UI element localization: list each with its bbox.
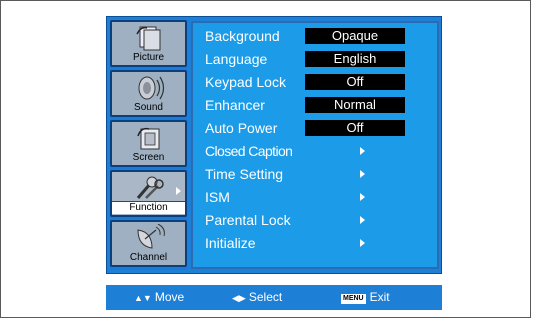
up-down-arrow-icon: ▲▼ bbox=[134, 293, 152, 303]
menu-row-label: Initialize bbox=[205, 235, 256, 251]
submenu-arrow-icon bbox=[360, 216, 365, 224]
sidebar-item-label: Picture bbox=[132, 52, 165, 63]
left-right-arrow-icon: ◀▶ bbox=[232, 293, 246, 303]
menu-key-icon: MENU bbox=[341, 294, 366, 304]
menu-row-label: Parental Lock bbox=[205, 212, 291, 228]
sidebar-item-label: Sound bbox=[134, 102, 163, 113]
move-hint-label: Move bbox=[154, 290, 185, 304]
sidebar-item-picture[interactable]: Picture bbox=[110, 20, 187, 67]
exit-hint-label: Exit bbox=[369, 290, 390, 304]
sidebar-item-label: Function bbox=[112, 201, 185, 214]
menu-row-label: Closed Caption bbox=[205, 143, 293, 159]
screen-icon bbox=[130, 124, 168, 152]
exit-hint: MENU Exit bbox=[341, 285, 390, 310]
submenu-arrow-icon bbox=[360, 170, 365, 178]
menu-row-label: Language bbox=[205, 51, 268, 67]
select-hint-label: Select bbox=[248, 290, 283, 304]
sound-icon bbox=[130, 74, 168, 102]
submenu-arrow-icon bbox=[360, 239, 365, 247]
menu-row-value: Normal bbox=[305, 97, 405, 113]
submenu-arrow-icon bbox=[360, 147, 365, 155]
sidebar-item-screen[interactable]: Screen bbox=[110, 120, 187, 167]
menu-row-value: English bbox=[305, 51, 405, 67]
submenu-arrow-icon bbox=[360, 193, 365, 201]
selected-arrow-icon bbox=[176, 187, 181, 195]
menu-row-label: Enhancer bbox=[205, 97, 265, 113]
menu-row-label: Auto Power bbox=[205, 120, 278, 136]
channel-icon bbox=[130, 224, 168, 252]
menu-row-label: Keypad Lock bbox=[205, 74, 286, 90]
function-icon bbox=[130, 174, 168, 202]
move-hint: ▲▼ Move bbox=[134, 285, 184, 310]
sidebar: Picture Sound Screen Function Channel bbox=[110, 20, 187, 270]
menu-row-value: Off bbox=[305, 74, 405, 90]
select-hint: ◀▶ Select bbox=[232, 285, 282, 310]
menu-row-label: ISM bbox=[205, 189, 230, 205]
menu-row-label: Background bbox=[205, 28, 280, 44]
menu-row-value: Off bbox=[305, 120, 405, 136]
sidebar-item-sound[interactable]: Sound bbox=[110, 70, 187, 117]
function-menu: Background Opaque Language English Keypa… bbox=[191, 21, 439, 269]
picture-icon bbox=[130, 24, 168, 52]
sidebar-item-channel[interactable]: Channel bbox=[110, 220, 187, 267]
menu-row-label: Time Setting bbox=[205, 166, 284, 182]
help-bar: ▲▼ Move ◀▶ Select MENU Exit bbox=[106, 285, 442, 310]
sidebar-item-function[interactable]: Function bbox=[110, 170, 187, 217]
sidebar-item-label: Channel bbox=[129, 252, 168, 263]
sidebar-item-label: Screen bbox=[132, 152, 165, 163]
menu-row-value: Opaque bbox=[305, 28, 405, 44]
